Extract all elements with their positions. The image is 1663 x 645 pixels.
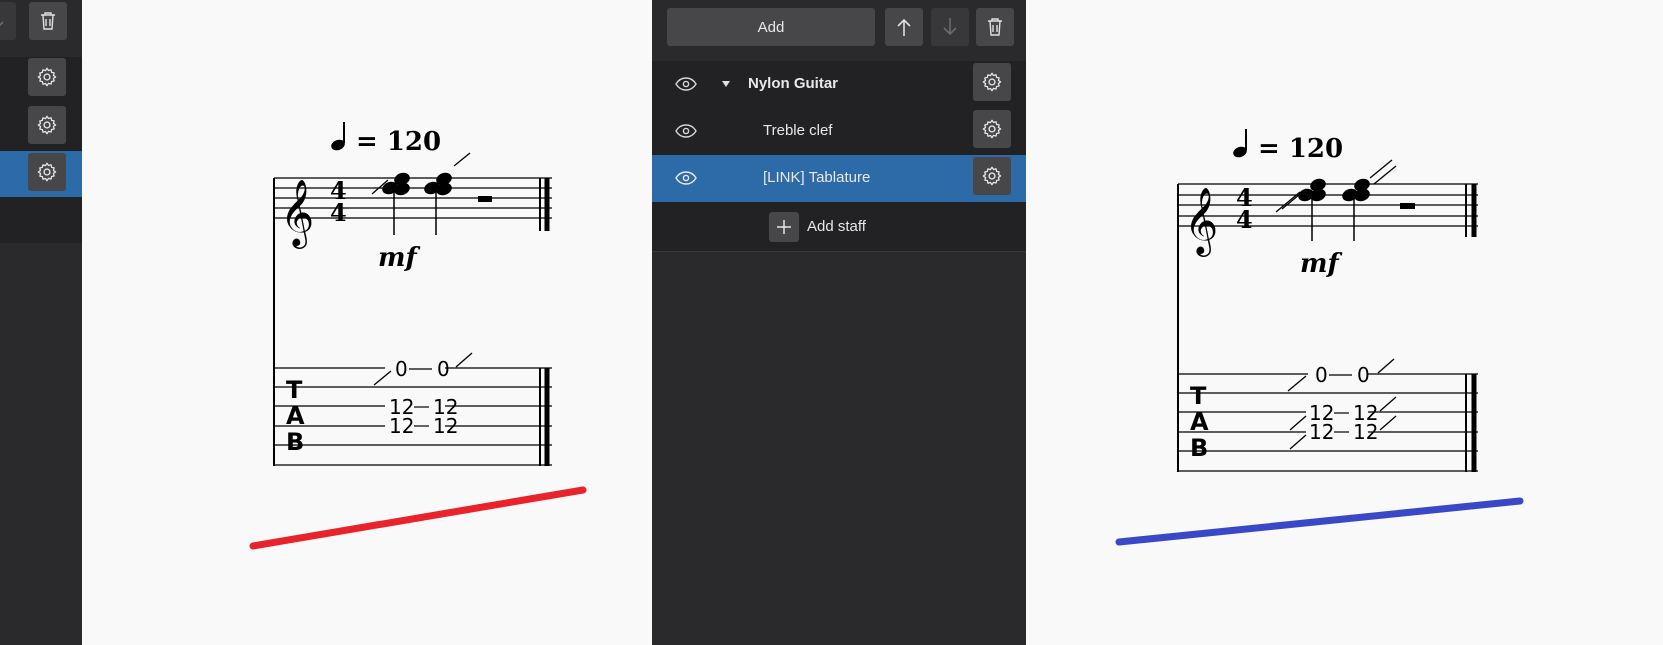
tab-clef-b: B [286, 428, 304, 456]
delete-button[interactable] [976, 8, 1014, 46]
staff-row-tablature[interactable]: [LINK] Tablature [652, 155, 1026, 202]
gear-icon [982, 72, 1002, 92]
tempo-text: = 120 [356, 127, 441, 157]
tab-clef-t: T [286, 376, 303, 404]
arrow-down-icon [0, 21, 4, 27]
layout-panel: Add Nylon Guitar Treble clef [LINK] Tabl… [652, 0, 1026, 645]
treble-staff [274, 177, 552, 219]
arrow-down-icon [943, 18, 957, 36]
tab-fret: 12 [389, 414, 414, 438]
staff-row-treble[interactable]: Treble clef [652, 108, 1026, 155]
instrument-list: Nylon Guitar Treble clef [LINK] Tablatur… [652, 61, 1026, 251]
eye-icon[interactable] [675, 171, 697, 185]
red-annotation-stroke [249, 486, 587, 550]
tempo-marking: = 120 [331, 122, 441, 157]
staff-label: [LINK] Tablature [763, 169, 871, 186]
move-up-button[interactable] [885, 8, 923, 46]
add-button[interactable]: Add [667, 8, 875, 46]
tab-fret: 12 [1309, 420, 1334, 444]
instrument-row[interactable]: Nylon Guitar [652, 61, 1026, 108]
plus-icon [777, 220, 791, 234]
tab-clef-t: T [1190, 382, 1207, 410]
tab-fret: 0 [395, 357, 408, 381]
staff-label: Treble clef [763, 122, 833, 139]
tab-clef-b: B [1190, 434, 1208, 462]
tab-fret: 12 [433, 414, 458, 438]
gear-icon [37, 162, 57, 182]
settings-button[interactable] [28, 58, 66, 96]
trash-icon [41, 12, 55, 30]
score-left[interactable]: = 120 𝄞 4 4 mf T A B 0 0 12 12 12 12 [82, 0, 652, 645]
treble-clef: 𝄞 [280, 178, 314, 249]
blue-annotation-stroke [1115, 497, 1524, 546]
staff-settings-button[interactable] [973, 157, 1011, 195]
tempo-marking: = 120 [1233, 129, 1343, 164]
tab-fret: 0 [437, 357, 450, 381]
divider [652, 251, 1026, 252]
settings-button[interactable] [28, 153, 66, 191]
add-staff-row[interactable]: Add staff [652, 202, 1026, 249]
gear-icon [982, 119, 1002, 139]
tab-fret: 0 [1357, 363, 1370, 387]
tempo-text: = 120 [1258, 134, 1343, 164]
tab-fret: 0 [1315, 363, 1328, 387]
trash-icon [988, 18, 1002, 36]
gear-icon [37, 67, 57, 87]
chord-notes [1275, 159, 1415, 241]
expand-triangle-icon[interactable] [721, 80, 731, 88]
instrument-name: Nylon Guitar [748, 75, 839, 92]
tab-clef-a: A [1190, 408, 1209, 436]
time-sig-bottom: 4 [1236, 205, 1253, 234]
chord-notes [371, 152, 492, 235]
treble-staff [1178, 183, 1478, 227]
eye-icon[interactable] [675, 77, 697, 91]
add-staff-button[interactable] [769, 212, 799, 242]
dynamic-mark: mf [378, 243, 421, 273]
left-toolbar [0, 0, 82, 56]
move-down-button[interactable] [931, 8, 969, 46]
move-down-button[interactable] [0, 2, 16, 40]
eye-icon[interactable] [675, 124, 697, 138]
score-right[interactable]: = 120 𝄞 4 4 mf T A B 0 0 12 12 12 12 [1026, 0, 1663, 645]
time-sig-bottom: 4 [330, 198, 347, 227]
settings-button[interactable] [28, 106, 66, 144]
gear-icon [37, 115, 57, 135]
delete-button[interactable] [29, 2, 67, 40]
staff-settings-button[interactable] [973, 110, 1011, 148]
dynamic-mark: mf [1300, 249, 1343, 279]
add-button-label: Add [757, 18, 785, 36]
left-panel [0, 0, 82, 645]
arrow-up-icon [897, 18, 911, 36]
tab-fret: 12 [1353, 420, 1378, 444]
instrument-settings-button[interactable] [973, 63, 1011, 101]
gear-icon [982, 166, 1002, 186]
tab-clef-a: A [286, 402, 305, 430]
add-staff-label: Add staff [807, 218, 866, 235]
treble-clef: 𝄞 [1184, 186, 1218, 257]
